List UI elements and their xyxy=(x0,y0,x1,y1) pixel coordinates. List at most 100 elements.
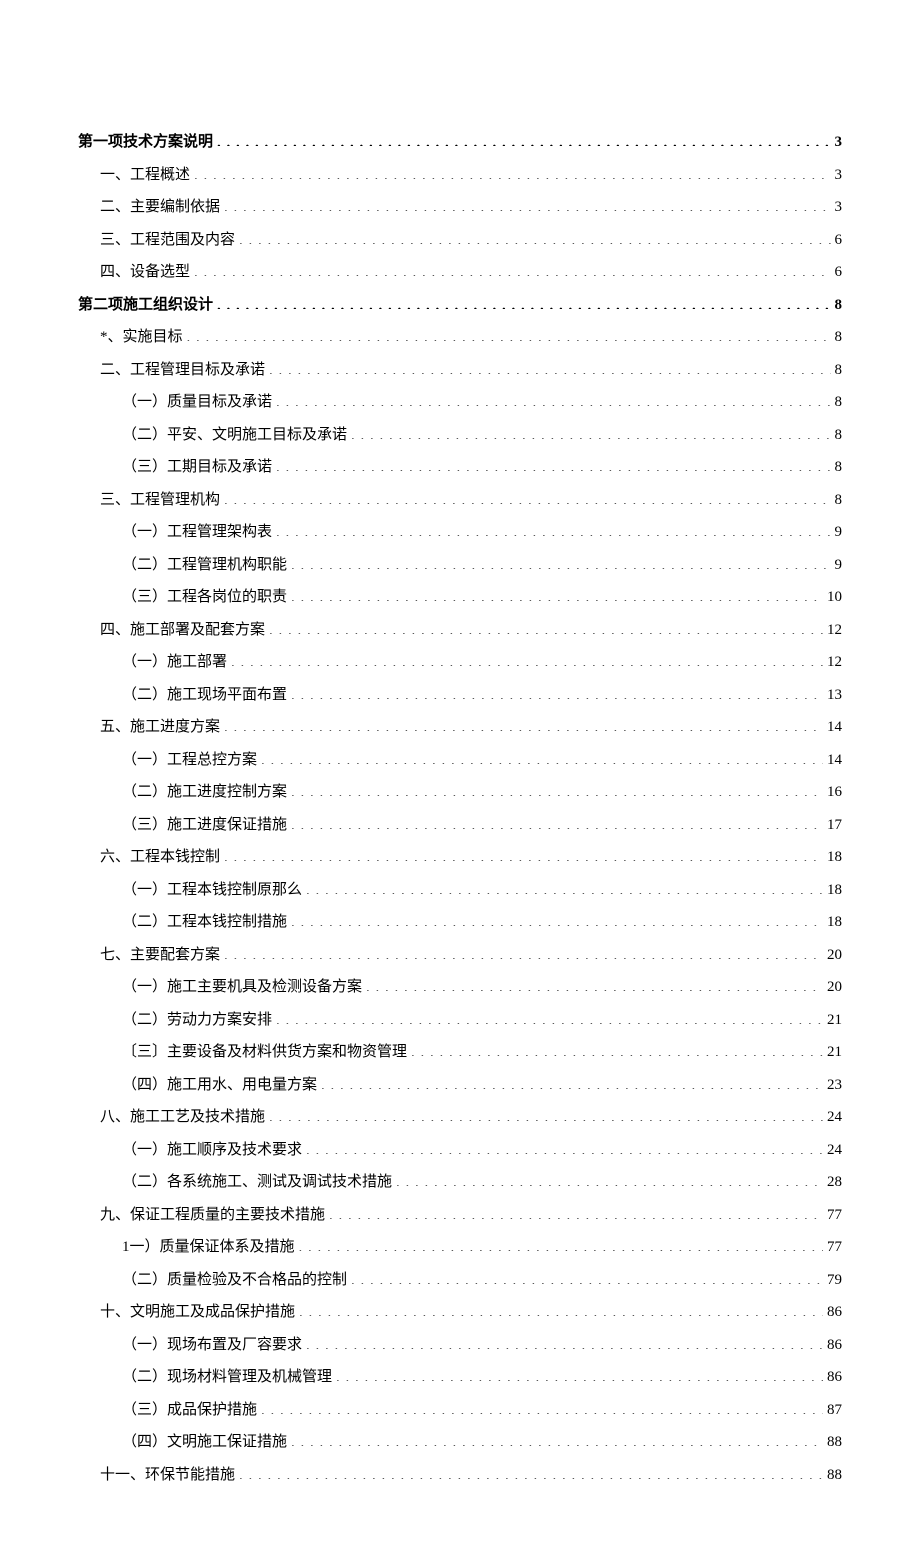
toc-entry: （一）质量目标及承诺8 xyxy=(78,390,842,414)
toc-dots xyxy=(299,1301,823,1316)
toc-dots xyxy=(351,424,830,439)
toc-page: 18 xyxy=(827,845,842,869)
toc-page: 14 xyxy=(827,748,842,772)
toc-entry: 一、工程概述3 xyxy=(78,163,842,187)
toc-label: （一）现场布置及厂容要求 xyxy=(122,1333,302,1357)
toc-label: 五、施工进度方案 xyxy=(100,715,220,739)
toc-dots xyxy=(261,1399,823,1414)
toc-entry: （四）施工用水、用电量方案 23 xyxy=(78,1073,842,1097)
toc-page: 8 xyxy=(835,423,843,447)
toc-entry: 三、工程范围及内容6 xyxy=(78,228,842,252)
toc-dots xyxy=(411,1041,823,1056)
toc-label: 八、施工工艺及技术措施 xyxy=(100,1105,265,1129)
toc-entry: 八、施工工艺及技术措施24 xyxy=(78,1105,842,1129)
toc-entry: （三）工程各岗位的职责 10 xyxy=(78,585,842,609)
toc-entry: 七、主要配套方案20 xyxy=(78,943,842,967)
toc-entry: 六、工程本钱控制 18 xyxy=(78,845,842,869)
toc-page: 17 xyxy=(827,813,842,837)
toc-page: 24 xyxy=(827,1138,842,1162)
toc-entry: 十、文明施工及成品保护措施86 xyxy=(78,1300,842,1324)
toc-label: 三、工程管理机构 xyxy=(100,488,220,512)
toc-dots xyxy=(291,781,823,796)
toc-dots xyxy=(217,131,830,146)
toc-label: 九、保证工程质量的主要技术措施 xyxy=(100,1203,325,1227)
toc-page: 86 xyxy=(827,1365,842,1389)
toc-entry: 第一项技术方案说明 3 xyxy=(78,130,842,154)
toc-label: （一）施工主要机具及检测设备方案 xyxy=(122,975,362,999)
toc-entry: 〔三〕主要设备及材料供货方案和物资管理21 xyxy=(78,1040,842,1064)
toc-label: （三）施工进度保证措施 xyxy=(122,813,287,837)
toc-page: 12 xyxy=(827,650,842,674)
toc-page: 10 xyxy=(827,585,842,609)
toc-page: 88 xyxy=(827,1463,842,1487)
toc-entry: （二）劳动力方案安排21 xyxy=(78,1008,842,1032)
toc-label: 六、工程本钱控制 xyxy=(100,845,220,869)
toc-label: （一）工程管理架构表 xyxy=(122,520,272,544)
toc-dots xyxy=(194,164,830,179)
toc-page: 9 xyxy=(835,553,843,577)
toc-page: 77 xyxy=(827,1235,842,1259)
toc-entry: （一）工程总控方案 14 xyxy=(78,748,842,772)
toc-dots xyxy=(224,716,823,731)
toc-dots xyxy=(269,359,830,374)
toc-label: *、实施目标 xyxy=(100,325,183,349)
toc-entry: （二）各系统施工、测试及调试技术措施28 xyxy=(78,1170,842,1194)
toc-dots xyxy=(291,554,830,569)
toc-label: （一）工程总控方案 xyxy=(122,748,257,772)
toc-entry: 四、设备选型 6 xyxy=(78,260,842,284)
toc-label: 第一项技术方案说明 xyxy=(78,130,213,154)
toc-dots xyxy=(306,1334,823,1349)
toc-label: 二、主要编制依据 xyxy=(100,195,220,219)
toc-dots xyxy=(336,1366,823,1381)
toc-dots xyxy=(291,911,823,926)
toc-entry: （二）工程本钱控制措施18 xyxy=(78,910,842,934)
table-of-contents: 第一项技术方案说明 3 一、工程概述3 二、主要编制依据3 三、工程范围及内容6 四、设备… xyxy=(78,130,842,1487)
toc-page: 23 xyxy=(827,1073,842,1097)
toc-label: （一）工程本钱控制原那么 xyxy=(122,878,302,902)
toc-page: 12 xyxy=(827,618,842,642)
toc-dots xyxy=(217,294,830,309)
toc-entry: 二、工程管理目标及承诺8 xyxy=(78,358,842,382)
toc-dots xyxy=(276,391,830,406)
toc-dots xyxy=(261,749,823,764)
toc-dots xyxy=(224,489,830,504)
toc-entry: （一）施工部署12 xyxy=(78,650,842,674)
toc-label: 一、工程概述 xyxy=(100,163,190,187)
toc-dots xyxy=(299,1236,823,1251)
toc-entry: *、实施目标8 xyxy=(78,325,842,349)
toc-page: 16 xyxy=(827,780,842,804)
toc-entry: 二、主要编制依据3 xyxy=(78,195,842,219)
toc-entry: 第二项施工组织设计8 xyxy=(78,293,842,317)
toc-page: 8 xyxy=(835,455,843,479)
toc-dots xyxy=(239,229,830,244)
toc-page: 8 xyxy=(835,488,843,512)
toc-label: 第二项施工组织设计 xyxy=(78,293,213,317)
toc-label: （二）劳动力方案安排 xyxy=(122,1008,272,1032)
toc-page: 8 xyxy=(835,358,843,382)
toc-label: （一）施工顺序及技术要求 xyxy=(122,1138,302,1162)
toc-page: 86 xyxy=(827,1300,842,1324)
toc-label: （三）工程各岗位的职责 xyxy=(122,585,287,609)
toc-label: （四）施工用水、用电量方案 xyxy=(122,1073,317,1097)
toc-dots xyxy=(351,1269,823,1284)
toc-label: （二）平安、文明施工目标及承诺 xyxy=(122,423,347,447)
toc-entry: （二）平安、文明施工目标及承诺 8 xyxy=(78,423,842,447)
toc-page: 13 xyxy=(827,683,842,707)
toc-dots xyxy=(306,1139,823,1154)
toc-dots xyxy=(224,846,823,861)
toc-dots xyxy=(194,261,830,276)
toc-label: 四、设备选型 xyxy=(100,260,190,284)
toc-dots xyxy=(291,814,823,829)
toc-entry: （三）施工进度保证措施 17 xyxy=(78,813,842,837)
toc-page: 6 xyxy=(835,228,843,252)
toc-dots xyxy=(321,1074,823,1089)
toc-page: 8 xyxy=(835,390,843,414)
toc-page: 6 xyxy=(835,260,843,284)
toc-page: 21 xyxy=(827,1040,842,1064)
toc-page: 18 xyxy=(827,878,842,902)
toc-entry: （一）施工顺序及技术要求 24 xyxy=(78,1138,842,1162)
toc-entry: （四）文明施工保证措施88 xyxy=(78,1430,842,1454)
toc-dots xyxy=(306,879,823,894)
toc-label: （二）施工现场平面布置 xyxy=(122,683,287,707)
toc-page: 3 xyxy=(835,130,843,154)
